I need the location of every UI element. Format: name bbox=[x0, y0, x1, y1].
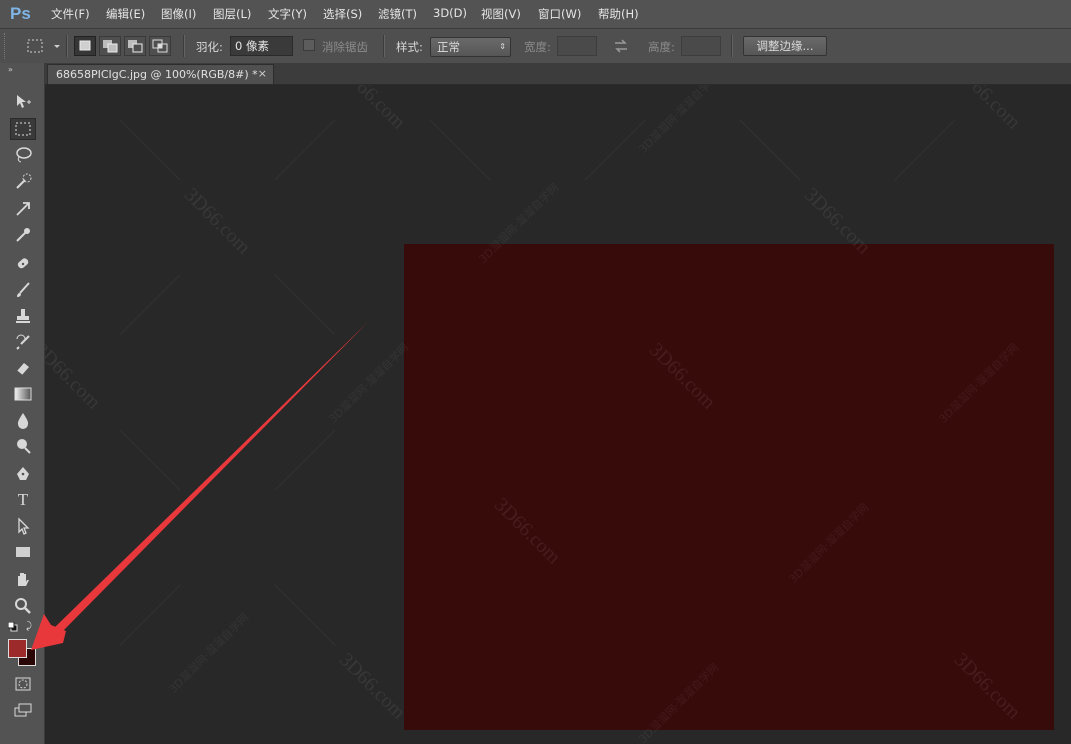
tool-history-brush[interactable] bbox=[10, 331, 36, 353]
intersect-selection-icon bbox=[152, 39, 168, 53]
path-select-icon bbox=[18, 517, 30, 535]
screen-mode-icon bbox=[14, 703, 32, 717]
collapse-panel-icon[interactable]: » bbox=[8, 65, 13, 74]
height-input[interactable] bbox=[681, 36, 721, 56]
eraser-icon bbox=[16, 363, 29, 376]
add-to-selection-button[interactable] bbox=[99, 36, 121, 56]
type-icon: T bbox=[17, 490, 29, 509]
subtract-selection-icon bbox=[128, 40, 143, 53]
foreground-color-swatch[interactable] bbox=[8, 639, 27, 658]
height-label: 高度: bbox=[648, 40, 675, 54]
move-icon bbox=[17, 95, 31, 108]
options-bar: 羽化: 0 像素 消除锯齿 样式: 正常 ⇕ 宽度: 高度: 调整边缘... bbox=[0, 29, 1071, 64]
tool-eraser[interactable] bbox=[10, 357, 36, 379]
tool-lasso[interactable] bbox=[10, 144, 36, 166]
tool-gradient[interactable] bbox=[10, 383, 36, 405]
hand-icon bbox=[18, 573, 29, 586]
tool-eyedropper[interactable] bbox=[10, 224, 36, 246]
new-selection-button[interactable] bbox=[74, 36, 96, 56]
new-selection-icon bbox=[79, 40, 91, 51]
separator bbox=[383, 35, 385, 57]
blur-icon bbox=[17, 413, 29, 429]
clone-stamp-icon bbox=[16, 309, 30, 323]
rect-marquee-icon bbox=[15, 122, 31, 136]
menu-filter[interactable]: 滤镜(T) bbox=[378, 6, 417, 22]
menu-help[interactable]: 帮助(H) bbox=[598, 6, 639, 22]
refine-edge-button[interactable]: 调整边缘... bbox=[743, 36, 827, 56]
quick-mask-button[interactable] bbox=[10, 673, 36, 695]
default-colors-icon[interactable] bbox=[8, 622, 18, 632]
lasso-icon bbox=[16, 147, 32, 163]
tool-zoom[interactable] bbox=[10, 595, 36, 617]
gradient-icon bbox=[14, 387, 32, 401]
intersect-selection-button[interactable] bbox=[149, 36, 171, 56]
menu-select[interactable]: 选择(S) bbox=[323, 6, 362, 22]
history-brush-icon bbox=[16, 334, 30, 350]
menu-window[interactable]: 窗口(W) bbox=[538, 6, 581, 22]
feather-label: 羽化: bbox=[196, 40, 223, 54]
tool-preset-picker[interactable] bbox=[22, 38, 62, 54]
pen-icon bbox=[17, 467, 29, 480]
options-grip[interactable] bbox=[4, 33, 11, 59]
tool-quick-select[interactable] bbox=[10, 171, 36, 193]
tool-healing-brush[interactable] bbox=[10, 253, 36, 275]
tool-path-select[interactable] bbox=[10, 515, 36, 537]
brush-icon bbox=[17, 282, 30, 297]
style-label: 样式: bbox=[396, 40, 423, 54]
tool-hand[interactable] bbox=[10, 569, 36, 591]
width-label: 宽度: bbox=[524, 40, 551, 54]
swap-dimensions-icon[interactable] bbox=[613, 38, 629, 54]
menu-layer[interactable]: 图层(L) bbox=[213, 6, 251, 22]
tool-clone-stamp[interactable] bbox=[10, 305, 36, 327]
menu-image[interactable]: 图像(I) bbox=[161, 6, 196, 22]
antialias-checkbox[interactable] bbox=[303, 39, 315, 51]
add-selection-icon bbox=[103, 40, 118, 53]
style-select[interactable]: 正常 ⇕ bbox=[430, 37, 511, 57]
zoom-icon bbox=[15, 598, 31, 614]
separator bbox=[183, 35, 185, 57]
menu-view[interactable]: 视图(V) bbox=[481, 6, 521, 22]
tool-crop[interactable] bbox=[10, 198, 36, 220]
healing-brush-icon bbox=[17, 258, 29, 269]
menu-3d[interactable]: 3D(D) bbox=[433, 6, 467, 20]
tool-move[interactable] bbox=[10, 91, 36, 113]
tool-dodge[interactable] bbox=[10, 435, 36, 457]
document-tab-bar: 68658PICIgC.jpg @ 100%(RGB/8#) * × bbox=[45, 63, 1071, 85]
antialias-label: 消除锯齿 bbox=[322, 40, 368, 54]
tool-pen[interactable] bbox=[10, 463, 36, 485]
feather-input[interactable]: 0 像素 bbox=[230, 36, 293, 56]
quick-mask-icon bbox=[15, 677, 31, 691]
quick-select-icon bbox=[16, 173, 32, 189]
photoshop-logo: Ps bbox=[10, 4, 31, 23]
rect-marquee-preset-icon bbox=[27, 39, 60, 53]
menu-type[interactable]: 文字(Y) bbox=[268, 6, 307, 22]
document-tab-title: 68658PICIgC.jpg @ 100%(RGB/8#) * bbox=[56, 68, 258, 81]
tool-brush[interactable] bbox=[10, 279, 36, 301]
dodge-icon bbox=[17, 439, 31, 454]
subtract-from-selection-button[interactable] bbox=[124, 36, 146, 56]
tool-rectangle-shape[interactable] bbox=[10, 541, 36, 563]
crop-icon bbox=[16, 202, 30, 216]
swap-colors-icon[interactable]: ⤸ bbox=[26, 621, 32, 632]
tool-type[interactable]: T bbox=[10, 489, 36, 511]
menu-edit[interactable]: 编辑(E) bbox=[106, 6, 145, 22]
width-input[interactable] bbox=[557, 36, 597, 56]
eyedropper-icon bbox=[16, 228, 30, 242]
close-icon[interactable]: × bbox=[258, 67, 267, 80]
menu-bar: Ps 文件(F) 编辑(E) 图像(I) 图层(L) 文字(Y) 选择(S) 滤… bbox=[0, 0, 1071, 29]
separator bbox=[731, 35, 733, 57]
rectangle-shape-icon bbox=[16, 547, 30, 557]
tool-blur[interactable] bbox=[10, 409, 36, 431]
screen-mode-button[interactable] bbox=[10, 699, 36, 721]
separator bbox=[66, 35, 68, 57]
tool-rect-marquee[interactable] bbox=[10, 118, 36, 140]
style-select-value: 正常 bbox=[437, 40, 460, 54]
tools-panel: » T ⤸ bbox=[0, 63, 45, 744]
document-tab[interactable]: 68658PICIgC.jpg @ 100%(RGB/8#) * × bbox=[47, 64, 274, 84]
menu-file[interactable]: 文件(F) bbox=[51, 6, 90, 22]
canvas-area: 3D66.com 3D66.com 3D66.com 3D66.com 3D66… bbox=[45, 85, 1071, 744]
chevron-updown-icon: ⇕ bbox=[499, 42, 506, 51]
